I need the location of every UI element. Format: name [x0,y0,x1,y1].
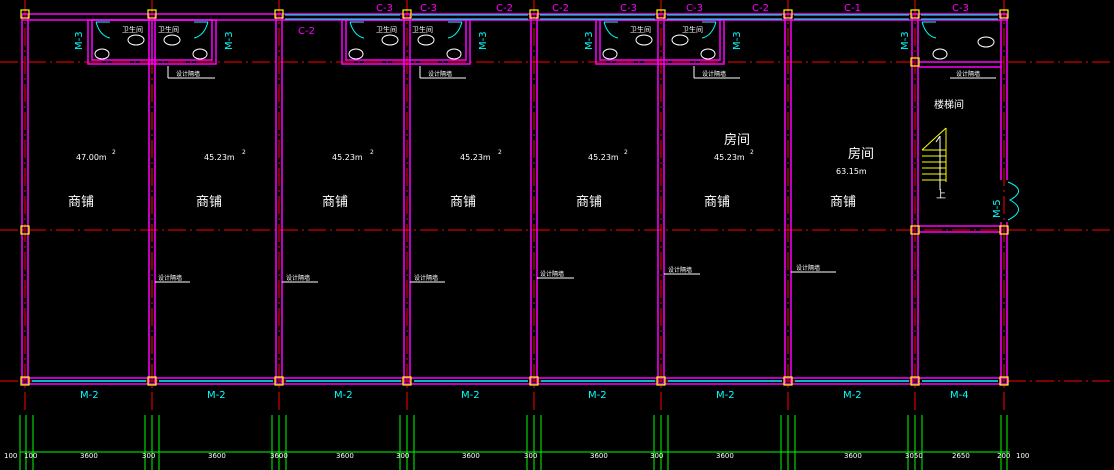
window-label-7: C-2 [752,3,769,14]
dim-text-6: 3600 [336,452,354,460]
restroom-label-5: 卫生间 [158,25,179,34]
wall-note-4: 设计隔墙 [956,70,980,78]
dim-text-16: 2650 [952,452,970,460]
area-7: 63.15m [836,167,867,176]
area-3: 45.23m [332,153,363,162]
wall-note-1: 设计隔墙 [176,70,200,78]
bottom-door-8: M-4 [950,390,969,401]
window-label-1: C-3 [376,3,393,14]
columns [20,9,1009,386]
restroom-label-6: 卫生间 [412,25,433,34]
stair-label: 楼梯间 [934,98,964,111]
dim-text-2: 100 [24,452,37,460]
bottom-door-3: M-2 [334,390,353,401]
bottom-door-6: M-2 [716,390,735,401]
door-label-2: M-3 [224,31,235,50]
restroom-label-3: 卫生间 [630,25,651,34]
area-6: 45.23m [714,153,745,162]
dim-text-17: 200 [997,452,1010,460]
wall-note-3: 设计隔墙 [702,70,726,78]
door-label-3: M-3 [478,31,489,50]
wall-note-8: 设计隔墙 [540,270,564,278]
area-4: 45.23m [460,153,491,162]
door-label-5: M-3 [732,31,743,50]
area-5: 45.23m [588,153,619,162]
stair-arrow [935,135,941,190]
walls [21,13,1008,385]
annotation-leaders [155,66,996,283]
wall-note-10: 设计隔墙 [796,264,820,272]
wall-note-7: 设计隔墙 [414,274,438,282]
restroom-label-2: 卫生间 [376,25,397,34]
dim-text-13: 300 [524,452,537,460]
dim-text-9: 3600 [590,452,608,460]
door-label-4: M-3 [584,31,595,50]
window-label-3: C-2 [496,3,513,14]
dim-text-3: 3600 [80,452,98,460]
room-label-3: 商铺 [322,195,348,210]
restroom-label-1: 卫生间 [122,25,143,34]
window-label-5: C-3 [620,3,637,14]
dim-text-5: 3600 [208,452,226,460]
area-sup-6: 2 [750,149,754,156]
window-label-2: C-3 [420,3,437,14]
dim-text-8: 3600 [462,452,480,460]
wall-note-6: 设计隔墙 [286,274,310,282]
room-label-7: 商铺 [830,195,856,210]
bottom-door-7: M-2 [843,390,862,401]
wall-note-2: 设计隔墙 [428,70,452,78]
bottom-door-1: M-2 [80,390,99,401]
door-swings [95,21,1019,221]
window-label-4: C-2 [552,3,569,14]
area-sup-2: 2 [242,149,246,156]
window-label-extra: C-2 [298,26,315,37]
wall-note-9: 设计隔墙 [668,266,692,274]
dim-text-11: 3600 [716,452,734,460]
bottom-door-4: M-2 [461,390,480,401]
area-sup-1: 2 [112,149,116,156]
dim-text-7: 300 [396,452,409,460]
window-label-6: C-3 [686,3,703,14]
bottom-door-5: M-2 [588,390,607,401]
room-label-5: 商铺 [576,195,602,210]
dim-text-1: 100 [4,452,17,460]
door-label-right: M-5 [992,199,1003,218]
floor-plan: C-3 C-3 C-2 C-2 C-3 C-3 C-2 C-1 C-3 C-2 … [0,0,1114,470]
room-label-4: 商铺 [450,195,476,210]
window-label-8: C-1 [844,3,861,14]
dim-text-18: 100 [1016,452,1029,460]
door-label-1: M-3 [74,31,85,50]
room-label-2: 商铺 [196,195,222,210]
wall-note-5: 设计隔墙 [158,274,182,282]
area-1: 47.00m [76,153,107,162]
area-2: 45.23m [204,153,235,162]
dim-text-10: 300 [650,452,663,460]
door-label-6: M-3 [900,31,911,50]
bottom-door-2: M-2 [207,390,226,401]
dim-text-4: 300 [142,452,155,460]
room-label-1: 商铺 [68,195,94,210]
room-label-upper-1: 房间 [724,132,750,148]
room-label-6: 商铺 [704,195,730,210]
top-windows [285,14,998,20]
area-sup-4: 2 [498,149,502,156]
area-sup-5: 2 [624,149,628,156]
stair-up-label: 上 [936,189,946,201]
dim-text-15: 3050 [905,452,923,460]
dim-text-14: 3600 [270,452,288,460]
window-label-9: C-3 [952,3,969,14]
area-sup-3: 2 [370,149,374,156]
dimension-lines [19,415,1010,470]
restroom-label-4: 卫生间 [682,25,703,34]
room-label-upper-2: 房间 [848,146,874,162]
dim-text-12: 3600 [844,452,862,460]
stair-graphic [921,127,947,182]
